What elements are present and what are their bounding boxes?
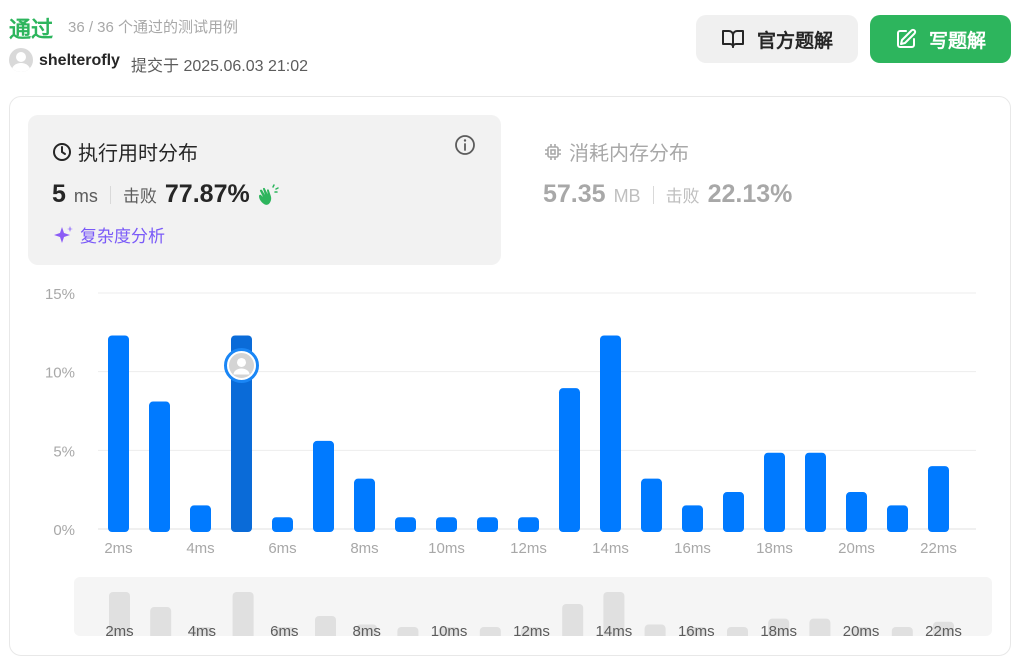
bar-20ms[interactable]: [846, 492, 867, 532]
x-tick-label: 22ms: [920, 540, 957, 557]
x-tick-label: 18ms: [756, 540, 793, 557]
bar-8ms[interactable]: [354, 478, 375, 532]
bar-14ms[interactable]: [600, 335, 621, 532]
overview-tick-label: 16ms: [678, 623, 715, 640]
runtime-distribution-chart[interactable]: 0% 5% 10% 15% 2ms 4ms 6ms 8ms 10ms 12ms 14ms 16ms 18…: [0, 0, 1023, 667]
bar-15ms[interactable]: [641, 478, 662, 532]
overview-tick-label: 12ms: [513, 623, 550, 640]
bar-9ms[interactable]: [395, 517, 416, 532]
y-tick-label: 10%: [45, 365, 75, 382]
overview-bar: [562, 603, 584, 640]
overview-tick-label: 20ms: [843, 623, 880, 640]
overview-tick-label: 22ms: [925, 623, 962, 640]
x-tick-label: 14ms: [592, 540, 629, 557]
bar-4ms[interactable]: [190, 505, 211, 532]
bar-2ms[interactable]: [108, 335, 129, 532]
x-tick-label: 10ms: [428, 540, 465, 557]
bar-6ms[interactable]: [272, 517, 293, 532]
bar-11ms[interactable]: [477, 517, 498, 532]
overview-tick-label: 8ms: [353, 623, 381, 640]
overview-tick-label: 10ms: [431, 623, 468, 640]
overview-bar: [150, 607, 172, 640]
x-tick-label: 20ms: [838, 540, 875, 557]
overview-bar: [232, 592, 254, 640]
overview-tick-label: 14ms: [596, 623, 633, 640]
overview-tick-label: 2ms: [105, 623, 133, 640]
x-tick-label: 2ms: [104, 540, 132, 557]
bar-13ms[interactable]: [559, 388, 580, 532]
overview-tick-label: 4ms: [188, 623, 216, 640]
overview-tick-label: 6ms: [270, 623, 298, 640]
bar-17ms[interactable]: [723, 492, 744, 532]
overview-tick-label: 18ms: [760, 623, 797, 640]
bar-21ms[interactable]: [887, 505, 908, 532]
bar-16ms[interactable]: [682, 505, 703, 532]
x-tick-label: 4ms: [186, 540, 214, 557]
bar-3ms[interactable]: [149, 401, 170, 532]
y-tick-label: 15%: [45, 286, 75, 303]
x-tick-label: 12ms: [510, 540, 547, 557]
x-tick-label: 6ms: [268, 540, 296, 557]
y-tick-label: 0%: [53, 522, 75, 539]
bar-19ms[interactable]: [805, 452, 826, 532]
bar-7ms[interactable]: [313, 440, 334, 532]
bar-22ms[interactable]: [928, 466, 949, 532]
bar-12ms[interactable]: [518, 517, 539, 532]
x-tick-label: 16ms: [674, 540, 711, 557]
y-tick-label: 5%: [53, 443, 75, 460]
bar-18ms[interactable]: [764, 452, 785, 532]
x-tick-label: 8ms: [350, 540, 378, 557]
user-marker-head: [237, 357, 246, 367]
bar-10ms[interactable]: [436, 517, 457, 532]
